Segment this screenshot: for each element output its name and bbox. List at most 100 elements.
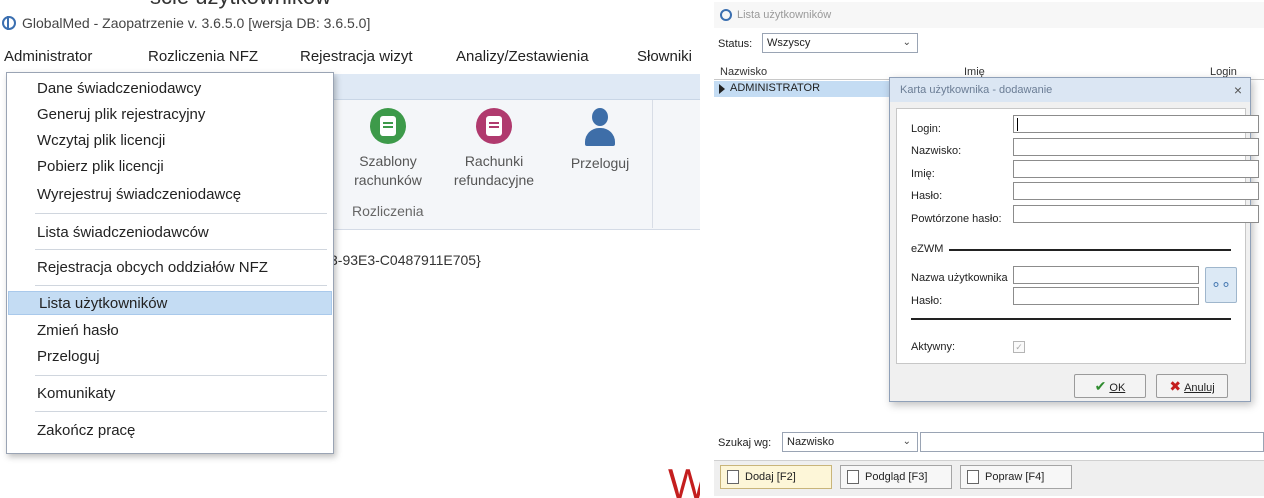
menu-analizy-zestawienia[interactable]: Analizy/Zestawienia [456, 48, 589, 65]
table-row[interactable]: ADMINISTRATOR [714, 81, 904, 97]
column-header-nazwisko[interactable]: Nazwisko [720, 66, 767, 78]
template-icon [370, 108, 406, 144]
main-app-window: ście użytkowników GlobalMed - Zaopatrzen… [0, 0, 700, 498]
window-title: GlobalMed - Zaopatrzenie v. 3.6.5.0 [wer… [22, 15, 371, 31]
license-guid: 3-93E3-C0487911E705} [330, 252, 481, 268]
menu-bar: Administrator Rozliczenia NFZ Rejestracj… [0, 42, 700, 72]
administrator-dropdown-menu: Dane świadczeniodawcy Generuj plik rejes… [6, 72, 334, 454]
preview-button[interactable]: Podgląd [F3] [840, 465, 952, 489]
cancel-label: Anuluj [1184, 382, 1215, 394]
menu-rozliczenia-nfz[interactable]: Rozliczenia NFZ [148, 48, 258, 65]
ezwm-password-input[interactable] [1013, 287, 1199, 305]
nazwisko-label: Nazwisko: [911, 145, 962, 157]
aktywny-checkbox[interactable]: ✓ [1013, 341, 1025, 353]
menu-item-lista-swiadczeniodawcow[interactable]: Lista świadczeniodawców [7, 221, 333, 245]
edit-button[interactable]: Popraw [F4] [960, 465, 1072, 489]
section-divider [949, 249, 1231, 251]
login-input[interactable] [1013, 115, 1259, 133]
dialog-body: Login: Nazwisko: Imię: Hasło: Powtórzone… [896, 108, 1259, 364]
menu-item-zmien-haslo[interactable]: Zmień hasło [7, 319, 333, 343]
ribbon-button-label: Przeloguj [570, 155, 630, 171]
cross-icon: ✖ [1169, 378, 1182, 394]
search-input[interactable] [920, 432, 1264, 452]
close-icon[interactable]: × [1234, 82, 1242, 98]
menu-separator [35, 285, 327, 286]
menu-item-wczytaj-licencje[interactable]: Wczytaj plik licencji [7, 129, 333, 153]
globalmed-logo-icon [720, 9, 732, 21]
status-value: Wszyscy [767, 37, 811, 49]
ribbon-button-szablony[interactable]: Szablony rachunków [348, 108, 428, 190]
imie-input[interactable] [1013, 160, 1259, 178]
menu-item-komunikaty[interactable]: Komunikaty [7, 382, 333, 406]
row-pointer-icon [719, 84, 725, 94]
check-icon: ✔ [1094, 378, 1107, 394]
ribbon-button-label: rachunków [354, 172, 422, 188]
title-bar: GlobalMed - Zaopatrzenie v. 3.6.5.0 [wer… [0, 10, 700, 36]
menu-item-dane-swiadczeniodawcy[interactable]: Dane świadczeniodawcy [7, 77, 333, 101]
window-title: Lista użytkowników [737, 9, 832, 21]
ribbon-button-label: refundacyjne [453, 172, 535, 188]
key-icon[interactable]: ∘∘ [1205, 267, 1237, 303]
ribbon-button-przeloguj[interactable]: Przeloguj [562, 108, 638, 173]
nazwisko-input[interactable] [1013, 138, 1259, 156]
dialog-title: Karta użytkownika - dodawanie [890, 78, 1250, 102]
edit-icon [967, 470, 979, 484]
cancel-button[interactable]: ✖ Anuluj [1156, 374, 1228, 398]
menu-separator [35, 213, 327, 214]
ribbon-button-label: Rachunki [464, 153, 524, 169]
ribbon-separator [652, 100, 653, 228]
title-bar: Lista użytkowników [714, 2, 1264, 28]
bottom-toolbar: Dodaj [F2] Podgląd [F3] Popraw [F4] [714, 460, 1264, 496]
ok-button[interactable]: ✔ OK [1074, 374, 1146, 398]
add-button[interactable]: Dodaj [F2] [720, 465, 832, 489]
menu-item-przeloguj[interactable]: Przeloguj [7, 345, 333, 369]
ezwm-username-label: Nazwa użytkownika [911, 272, 1008, 284]
menu-item-generuj-plik[interactable]: Generuj plik rejestracyjny [7, 103, 333, 127]
login-label: Login: [911, 123, 941, 135]
menu-item-pobierz-licencje[interactable]: Pobierz plik licencji [7, 155, 333, 179]
menu-slowniki[interactable]: Słowniki [637, 48, 692, 65]
user-list-window: Lista użytkowników Status: Wszyscy ⌄ Naz… [714, 2, 1264, 496]
search-by-value: Nazwisko [787, 436, 835, 448]
aktywny-label: Aktywny: [911, 341, 956, 353]
row-nazwisko: ADMINISTRATOR [730, 82, 821, 94]
globalmed-logo-icon [2, 16, 16, 30]
haslo-input[interactable] [1013, 182, 1259, 200]
bill-icon [476, 108, 512, 144]
ribbon-button-label: Szablony [359, 153, 417, 169]
preview-label: Podgląd [F3] [865, 471, 928, 483]
menu-item-wyrejestruj[interactable]: Wyrejestruj świadczeniodawcę [7, 183, 333, 207]
powtorzone-haslo-label: Powtórzone hasło: [911, 213, 1002, 225]
menu-separator [35, 249, 327, 250]
section-divider [911, 318, 1231, 320]
ezwm-password-label: Hasło: [911, 295, 943, 307]
edit-label: Popraw [F4] [985, 471, 1045, 483]
new-document-icon [727, 470, 739, 484]
menu-item-zakoncz-prace[interactable]: Zakończ pracę [7, 419, 333, 443]
ok-label: OK [1109, 382, 1126, 394]
menu-separator [35, 411, 327, 412]
menu-item-lista-uzytkownikow[interactable]: Lista użytkowników [8, 291, 332, 315]
search-label: Szukaj wg: [718, 437, 772, 449]
chevron-down-icon: ⌄ [902, 436, 911, 447]
search-by-select[interactable]: Nazwisko ⌄ [782, 432, 918, 452]
text-caret [1017, 118, 1018, 131]
menu-item-rejestracja-oddzialow[interactable]: Rejestracja obcych oddziałów NFZ [7, 256, 333, 280]
menu-separator [35, 375, 327, 376]
preview-icon [847, 470, 859, 484]
powtorzone-haslo-input[interactable] [1013, 205, 1259, 223]
ezwm-username-input[interactable] [1013, 266, 1199, 284]
status-select[interactable]: Wszyscy ⌄ [762, 33, 918, 53]
haslo-label: Hasło: [911, 190, 943, 202]
ribbon-group-label: Rozliczenia [352, 203, 424, 219]
add-label: Dodaj [F2] [745, 471, 796, 483]
menu-administrator[interactable]: Administrator [4, 48, 92, 65]
caption-text: ście użytkowników [150, 0, 331, 10]
ribbon-tabs [330, 74, 700, 100]
brand-letter: W [668, 460, 700, 498]
ribbon-button-rachunki[interactable]: Rachunki refundacyjne [446, 108, 542, 190]
user-card-dialog: Karta użytkownika - dodawanie × Login: N… [889, 77, 1259, 402]
menu-rejestracja-wizyt[interactable]: Rejestracja wizyt [300, 48, 413, 65]
chevron-down-icon: ⌄ [902, 37, 911, 48]
section-label-ezwm: eZWM [911, 243, 944, 255]
